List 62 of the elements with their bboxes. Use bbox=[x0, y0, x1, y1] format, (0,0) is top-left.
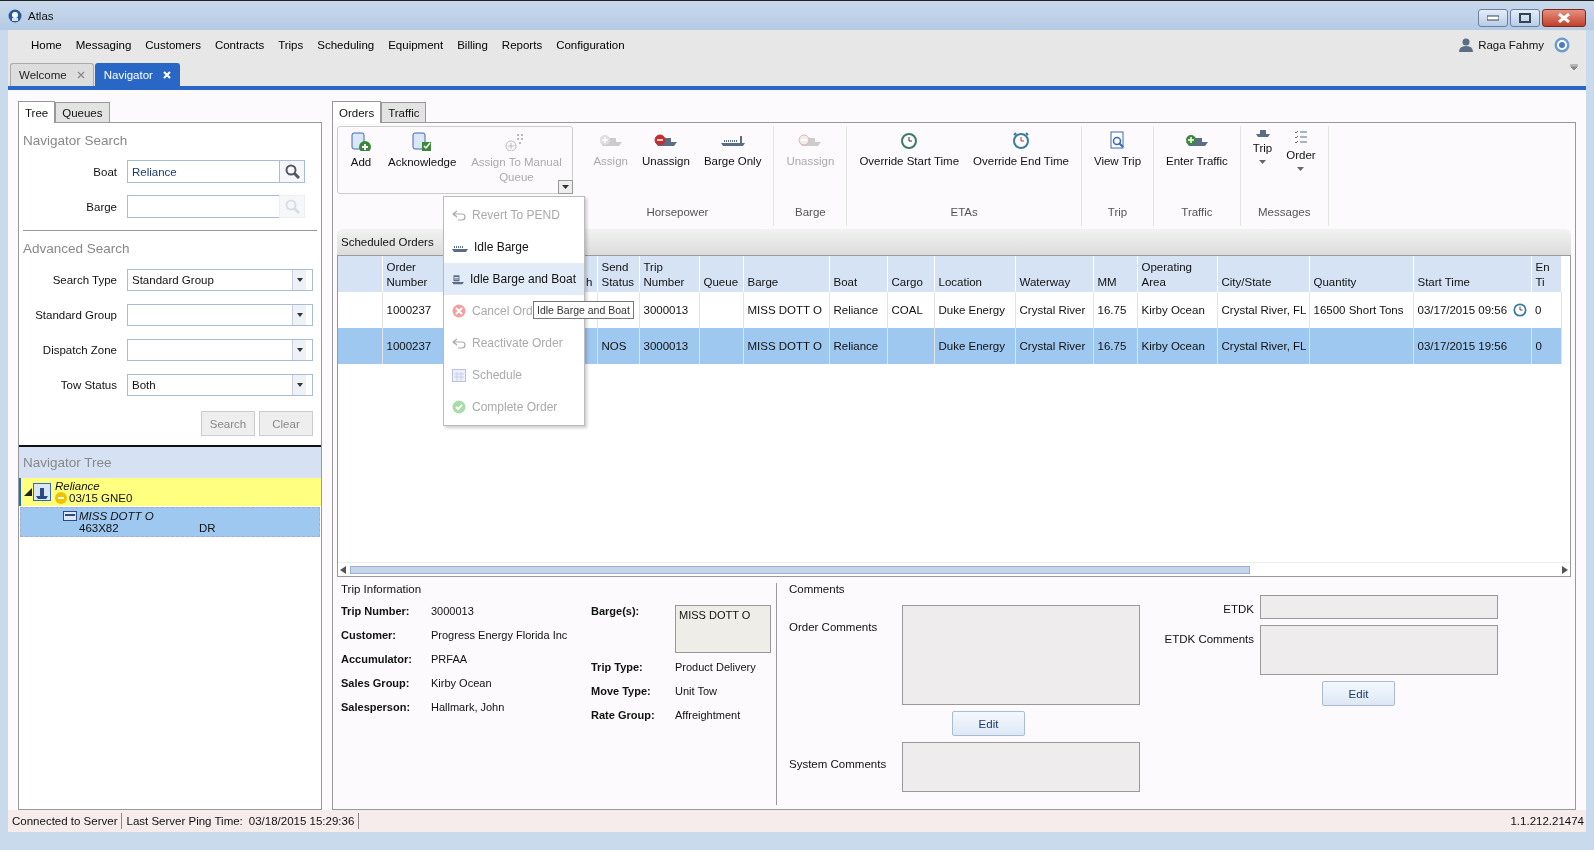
field-value: Hallmark, John bbox=[431, 701, 505, 713]
version-number: 1.1.212.21474 bbox=[1510, 815, 1585, 827]
node-detail: 463X82 bbox=[79, 522, 120, 534]
ping-time: 03/18/2015 15:29:36 bbox=[248, 814, 355, 829]
field-value: Kirby Ocean bbox=[431, 677, 492, 689]
connection-status: Connected to Server bbox=[8, 813, 123, 829]
tree-header: Navigator Tree bbox=[19, 447, 321, 478]
ping-label: Last Server Ping Time: bbox=[126, 814, 243, 829]
section-title: Navigator Search bbox=[22, 132, 129, 150]
window-title: Atlas bbox=[28, 9, 55, 22]
field-label: ETDK Comments bbox=[1163, 632, 1255, 647]
field-label: Boat bbox=[92, 165, 118, 178]
field-label: Standard Group bbox=[34, 308, 118, 321]
group-label: Trip bbox=[1106, 205, 1129, 220]
field-label: Sales Group: bbox=[341, 677, 411, 689]
table-cell: 16.75 bbox=[1093, 328, 1137, 364]
field-label: Search Type bbox=[51, 273, 118, 286]
field-label: Move Type: bbox=[591, 685, 652, 697]
section-title: Comments bbox=[789, 583, 846, 595]
table-cell: Kirby Ocean bbox=[1137, 328, 1217, 364]
field-label: Rate Group: bbox=[591, 709, 656, 721]
field-label: Order Comments bbox=[789, 620, 879, 635]
field-label: Trip Number: bbox=[341, 605, 411, 617]
field-label: System Comments bbox=[789, 757, 888, 772]
group-label: Barge bbox=[794, 205, 827, 220]
field-value: Product Delivery bbox=[675, 661, 756, 673]
group-label: Messages bbox=[1257, 205, 1312, 220]
field-value: Progress Energy Florida Inc bbox=[431, 629, 568, 641]
field-value: Affreightment bbox=[675, 709, 741, 721]
group-label: ETAs bbox=[949, 205, 979, 220]
node-name: Reliance bbox=[55, 480, 101, 492]
field-label: Customer: bbox=[341, 629, 397, 641]
table-cell: Crystal River, FL bbox=[1217, 328, 1309, 364]
field-label: ETDK bbox=[1222, 602, 1255, 617]
field-label: Trip Type: bbox=[591, 661, 644, 673]
group-label: Traffic bbox=[1180, 205, 1214, 220]
field-label: Salesperson: bbox=[341, 701, 412, 713]
table-cell: Crystal River bbox=[1015, 328, 1093, 364]
node-detail: 03/15 GNE0 bbox=[69, 492, 133, 504]
table-cell: Duke Energy bbox=[934, 328, 1015, 364]
field-label: Barge bbox=[85, 200, 118, 213]
section-title: Advanced Search bbox=[22, 240, 131, 258]
table-cell: Reliance bbox=[829, 328, 887, 364]
field-value: PRFAA bbox=[431, 653, 468, 665]
group-label: Horsepower bbox=[645, 205, 710, 220]
tooltip: Idle Barge and Boat bbox=[533, 301, 634, 319]
table-cell: 03/17/2015 09:56 bbox=[1413, 292, 1531, 328]
table-cell: MISS DOTT O bbox=[743, 328, 829, 364]
field-value: 3000013 bbox=[431, 605, 474, 617]
table-cell: 0 bbox=[1531, 328, 1561, 364]
field-label: Dispatch Zone bbox=[41, 343, 118, 356]
field-label: Accumulator: bbox=[341, 653, 413, 665]
node-name: MISS DOTT O bbox=[79, 510, 154, 522]
section-title: Trip Information bbox=[341, 583, 423, 595]
field-label: Barge(s): bbox=[591, 605, 641, 617]
table-cell: 3000013 bbox=[639, 328, 699, 364]
barges-field: MISS DOTT O bbox=[675, 605, 771, 653]
table-cell: 03/17/2015 19:56 bbox=[1413, 328, 1531, 364]
field-label: Tow Status bbox=[59, 378, 118, 391]
node-code: DR bbox=[199, 522, 216, 534]
field-value: Unit Tow bbox=[675, 685, 717, 697]
table-cell: NOS bbox=[597, 328, 639, 364]
